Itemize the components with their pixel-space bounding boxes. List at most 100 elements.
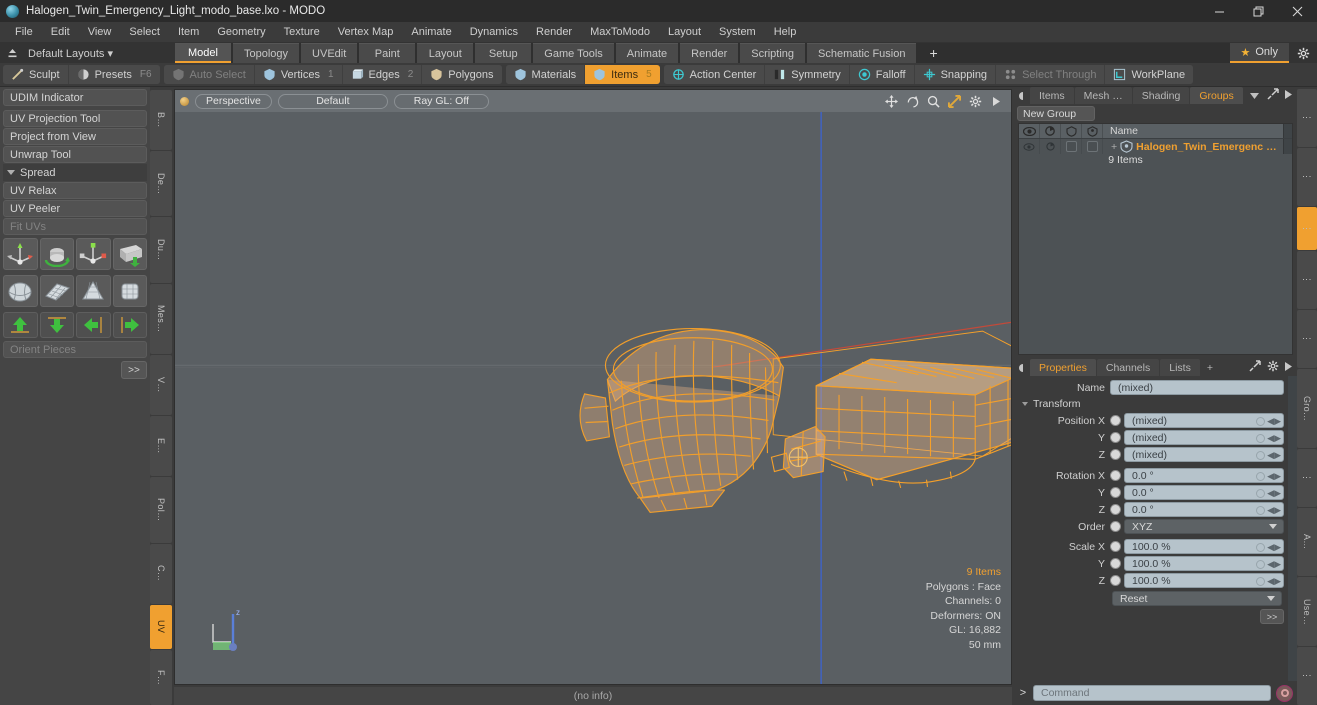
rvtab-use[interactable]: Use… [1297,577,1317,646]
layout-tab-paint[interactable]: Paint [359,43,416,63]
row-lock-checkbox[interactable] [1061,139,1082,154]
viewport-3d[interactable]: Perspective Default Ray GL: Off z 9 Item… [174,89,1012,685]
command-input[interactable]: Command [1033,685,1271,701]
uv-scale-icon[interactable] [76,238,111,270]
scale-z-keyframe-toggle[interactable] [1110,575,1121,586]
viewport-canvas[interactable]: z 9 Items Polygons : Face Channels: 0 De… [175,112,1011,684]
unwrap-tool-button[interactable]: Unwrap Tool [3,146,147,163]
position-x-input[interactable]: (mixed) ◀▶ [1124,413,1284,428]
position-x-field-icons[interactable]: ◀▶ [1256,414,1281,429]
scale-y-input[interactable]: 100.0 % ◀▶ [1124,556,1284,571]
record-icon[interactable] [1276,684,1293,702]
expand-icon[interactable] [1249,360,1261,375]
uv-plane-icon[interactable] [39,275,74,307]
action-center-button[interactable]: Action Center [663,65,766,84]
rvtab-4[interactable]: ⋮ [1297,309,1317,368]
position-z-keyframe-toggle[interactable] [1110,449,1121,460]
falloff-button[interactable]: Falloff [849,65,915,84]
uv-cube-icon[interactable] [112,275,147,307]
position-y-input[interactable]: (mixed) ◀▶ [1124,430,1284,445]
vtab-polygon[interactable]: Pol… [150,477,172,543]
render-icon[interactable] [1040,124,1061,138]
vtab-fur[interactable]: F… [150,650,172,705]
position-x-keyframe-toggle[interactable] [1110,415,1121,426]
position-z-field-icons[interactable]: ◀▶ [1256,448,1281,463]
maximize-icon[interactable] [1239,0,1278,22]
materials-button[interactable]: Materials [505,65,586,84]
gear-icon[interactable] [968,94,982,108]
wire-icon[interactable] [1082,124,1103,138]
vtab-deform[interactable]: De… [150,151,172,217]
row-eye-toggle[interactable] [1019,139,1040,154]
tab-shading[interactable]: Shading [1132,87,1190,104]
layout-tab-layout[interactable]: Layout [417,43,474,63]
menu-edit[interactable]: Edit [42,22,79,43]
tab-items[interactable]: Items [1030,87,1074,104]
arrow-right-icon[interactable] [112,312,147,338]
rvtab-3[interactable]: ⋮ [1297,250,1317,309]
play-icon[interactable] [1285,89,1292,102]
rotate-icon[interactable] [905,94,919,108]
menu-select[interactable]: Select [120,22,169,43]
layout-tab-topology[interactable]: Topology [233,43,300,63]
rvtab-0[interactable]: ⋮ [1297,89,1317,148]
rvtab-6[interactable]: ⋮ [1297,448,1317,507]
uv-sphere-icon[interactable] [3,275,38,307]
menu-layout[interactable]: Layout [659,22,710,43]
arrow-down-icon[interactable] [39,312,74,338]
position-y-keyframe-toggle[interactable] [1110,432,1121,443]
spread-section-header[interactable]: Spread [3,164,147,181]
udim-indicator-button[interactable]: UDIM Indicator [3,89,147,106]
menu-file[interactable]: File [6,22,42,43]
tab-lists[interactable]: Lists [1160,359,1200,376]
left-panel-fastforward-button[interactable]: >> [121,361,147,379]
menu-animate[interactable]: Animate [402,22,460,43]
rotation-x-input[interactable]: 0.0 ° ◀▶ [1124,468,1284,483]
lock-icon[interactable] [1061,124,1082,138]
layout-tab-uvedit[interactable]: UVEdit [301,43,358,63]
menu-render[interactable]: Render [527,22,581,43]
row-wire-checkbox[interactable] [1082,139,1103,154]
scale-z-input[interactable]: 100.0 % ◀▶ [1124,573,1284,588]
layout-tab-animate[interactable]: Animate [615,43,679,63]
rotation-z-field-icons[interactable]: ◀▶ [1256,503,1281,518]
arrow-left-icon[interactable] [76,312,111,338]
layout-tab-setup[interactable]: Setup [475,43,532,63]
auto-select-button[interactable]: Auto Select [163,65,255,84]
properties-menu-icon[interactable] [1017,359,1029,376]
layout-tab-schematic-fusion[interactable]: Schematic Fusion [807,43,917,63]
menu-help[interactable]: Help [765,22,806,43]
order-dropdown[interactable]: XYZ [1124,519,1284,534]
expand-icon[interactable] [1267,88,1279,103]
only-toggle-button[interactable]: ★ Only [1229,43,1289,63]
upload-icon[interactable] [4,45,20,61]
tab-channels[interactable]: Channels [1096,359,1160,376]
viewport-view-mode-button[interactable]: Perspective [195,93,272,109]
rvtab-groups[interactable]: Gro… [1297,368,1317,448]
layout-tab-render[interactable]: Render [680,43,739,63]
uv-rotate-icon[interactable] [39,238,74,270]
zoom-icon[interactable] [926,94,940,108]
select-through-button[interactable]: Select Through [996,65,1106,84]
scale-x-input[interactable]: 100.0 % ◀▶ [1124,539,1284,554]
new-group-button[interactable]: New Group [1017,106,1095,121]
items-button[interactable]: Items 5 [585,65,660,84]
properties-fastforward-button[interactable]: >> [1260,609,1284,624]
table-row[interactable]: + Halogen_Twin_Emergenc … [1019,139,1292,154]
chevron-down-icon[interactable] [1244,87,1265,104]
gear-icon[interactable] [1267,360,1279,375]
snapping-button[interactable]: Snapping [914,65,997,84]
uv-relax-button[interactable]: UV Relax [3,182,147,199]
scale-y-keyframe-toggle[interactable] [1110,558,1121,569]
tab-properties[interactable]: Properties [1030,359,1096,376]
arrow-up-icon[interactable] [3,312,38,338]
orient-pieces-button[interactable]: Orient Pieces [3,341,147,358]
symmetry-button[interactable]: Symmetry [765,65,850,84]
vtab-basic[interactable]: B… [150,90,172,151]
rvtab-1[interactable]: ⋮ [1297,148,1317,207]
project-from-view-button[interactable]: Project from View [3,128,147,145]
menu-vertex-map[interactable]: Vertex Map [329,22,403,43]
viewport-raygl-button[interactable]: Ray GL: Off [393,93,489,109]
rotation-y-input[interactable]: 0.0 ° ◀▶ [1124,485,1284,500]
menu-item[interactable]: Item [169,22,208,43]
